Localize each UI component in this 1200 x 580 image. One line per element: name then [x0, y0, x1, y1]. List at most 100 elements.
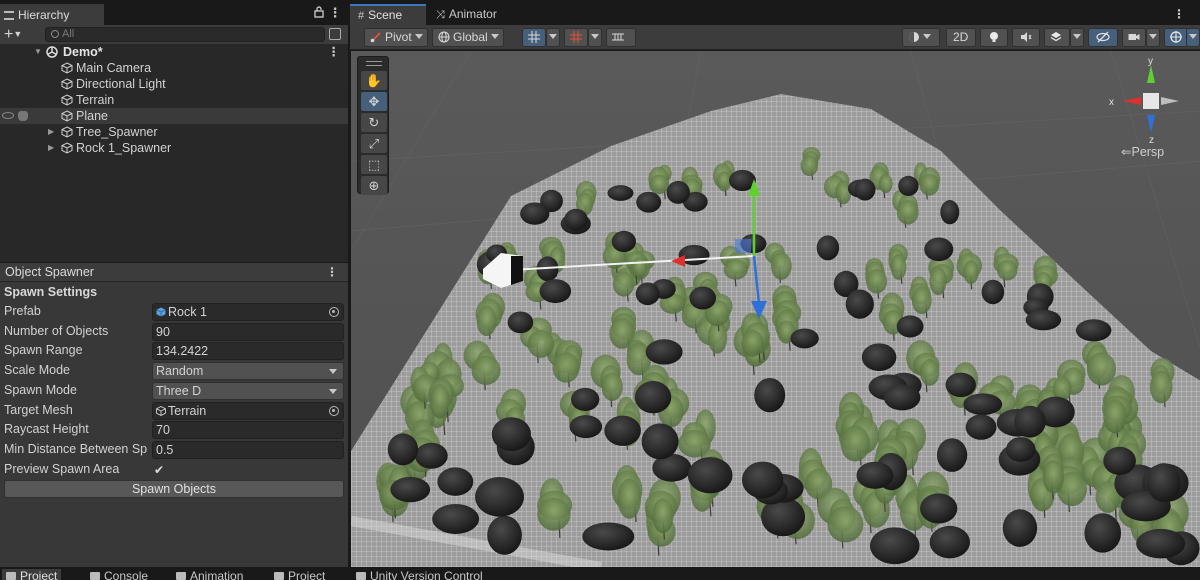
- tab-scene-label: Scene: [368, 8, 403, 22]
- effects-toggle[interactable]: [1044, 28, 1070, 47]
- rock: [569, 415, 603, 439]
- 2d-mode-toggle[interactable]: 2D: [946, 28, 976, 47]
- tab-console[interactable]: Console: [90, 569, 148, 580]
- hand-tool-icon[interactable]: ✋: [361, 71, 387, 90]
- scale-tool-icon[interactable]: ⤢: [361, 134, 387, 153]
- hierarchy-item[interactable]: ▶ Tree_Spawner: [0, 124, 348, 140]
- scene-more-options-icon[interactable]: ⋮: [1172, 7, 1186, 21]
- object-picker-icon[interactable]: [329, 307, 339, 317]
- more-options-icon[interactable]: ⋮: [328, 6, 342, 20]
- prefab-row: Prefab Rock 1: [0, 302, 348, 322]
- scene-visibility-toggle[interactable]: [1088, 28, 1118, 47]
- visibility-eye-icon[interactable]: [2, 112, 14, 119]
- target-mesh-label: Target Mesh: [4, 402, 73, 417]
- rock: [1136, 528, 1186, 559]
- tab-scene[interactable]: # Scene: [350, 4, 426, 25]
- object-picker-icon[interactable]: [329, 405, 339, 416]
- globe-icon: [438, 31, 450, 43]
- hierarchy-item[interactable]: Main Camera: [0, 60, 348, 76]
- rock: [816, 235, 840, 261]
- lighting-toggle[interactable]: [980, 28, 1008, 47]
- tab-hierarchy-label: Hierarchy: [18, 8, 70, 22]
- expand-arrow-icon[interactable]: ▶: [48, 124, 58, 140]
- min-distance-input[interactable]: 0.5: [152, 440, 344, 459]
- scale-mode-dropdown[interactable]: Random: [152, 362, 344, 381]
- effects-menu[interactable]: [1070, 28, 1084, 47]
- overlay-toolbar-button[interactable]: [606, 28, 636, 47]
- gameobject-cube-icon: [61, 110, 73, 122]
- prefab-field[interactable]: Rock 1: [152, 303, 344, 321]
- spawn-objects-button[interactable]: Spawn Objects: [4, 480, 344, 498]
- rock: [611, 230, 637, 253]
- scene-root-row[interactable]: ▼ Demo* ⋮: [0, 44, 348, 60]
- x-axis-cone[interactable]: [1123, 97, 1141, 105]
- pickable-hand-icon[interactable]: [18, 111, 28, 121]
- spawn-range-input[interactable]: 134.2422: [152, 342, 344, 361]
- rock: [945, 372, 976, 398]
- tab-project[interactable]: Project: [2, 569, 62, 580]
- hierarchy-item[interactable]: Directional Light: [0, 76, 348, 92]
- pivot-dropdown[interactable]: Pivot: [364, 28, 428, 47]
- hierarchy-item-selected[interactable]: Plane: [0, 108, 348, 124]
- rock: [564, 208, 588, 231]
- grid-snapping-toggle[interactable]: [522, 28, 546, 47]
- rotate-tool-icon[interactable]: ↻: [361, 113, 387, 132]
- rect-tool-icon[interactable]: ⬚: [361, 155, 387, 174]
- rock: [437, 467, 474, 496]
- increment-snap-toggle[interactable]: [564, 28, 588, 47]
- tab-animation-label: Animation: [190, 569, 244, 580]
- component-more-icon[interactable]: ⋮: [326, 263, 338, 282]
- folder-icon: [274, 572, 284, 580]
- tab-hierarchy[interactable]: Hierarchy: [0, 4, 104, 25]
- shading-mode-dropdown[interactable]: [902, 28, 940, 47]
- tab-unity-version-control-label: Unity Version Control: [370, 569, 483, 580]
- number-of-objects-input[interactable]: 90: [152, 322, 344, 341]
- tab-animation[interactable]: Animation: [176, 569, 243, 580]
- rock: [754, 377, 786, 413]
- hierarchy-item[interactable]: ▶ Rock 1_Spawner: [0, 140, 348, 156]
- scene-more-icon[interactable]: ⋮: [328, 44, 341, 60]
- hierarchy-item-label: Main Camera: [76, 61, 152, 75]
- search-placeholder: All: [62, 28, 75, 40]
- toolbar-grid-icon: [612, 33, 624, 41]
- expand-arrow-icon[interactable]: ▶: [48, 140, 58, 156]
- gizmo-center-cube[interactable]: [1143, 93, 1159, 109]
- spawn-mode-value: Three D: [156, 383, 202, 398]
- expand-arrow-icon[interactable]: ▼: [34, 44, 44, 60]
- z-axis-cone[interactable]: [1147, 115, 1155, 133]
- preview-spawn-area-checkbox[interactable]: ✔: [152, 463, 166, 477]
- transform-tool-icon[interactable]: ⊕: [361, 176, 387, 195]
- inspector-panel: Object Spawner ⋮ Spawn Settings Prefab R…: [0, 262, 348, 567]
- move-tool-icon[interactable]: ✥: [361, 92, 387, 111]
- camera-settings-menu[interactable]: [1146, 28, 1160, 47]
- hierarchy-item-label: Terrain: [76, 93, 115, 107]
- lock-icon[interactable]: [312, 6, 326, 20]
- grid-snapping-menu[interactable]: [546, 28, 560, 47]
- tab-project-2-label: Project: [288, 569, 326, 580]
- tab-project-2[interactable]: Project: [274, 569, 325, 580]
- hierarchy-item[interactable]: Terrain: [0, 92, 348, 108]
- target-mesh-field[interactable]: Terrain: [152, 401, 344, 420]
- bottom-tabbar: Project Console Animation Project Unity …: [0, 567, 1200, 580]
- add-object-button[interactable]: +▼: [4, 26, 32, 43]
- gizmos-menu[interactable]: [1186, 28, 1200, 47]
- gizmos-toggle[interactable]: [1164, 28, 1188, 47]
- tab-unity-version-control[interactable]: Unity Version Control: [356, 569, 483, 580]
- audio-toggle[interactable]: [1012, 28, 1040, 47]
- tab-animator[interactable]: ⤨ Animator: [430, 4, 520, 25]
- rock: [861, 343, 897, 372]
- raycast-height-input[interactable]: 70: [152, 421, 344, 440]
- increment-snap-menu[interactable]: [588, 28, 602, 47]
- tools-overlay: ✋ ✥ ↻ ⤢ ⬚ ⊕: [357, 56, 389, 195]
- camera-settings-button[interactable]: [1122, 28, 1146, 47]
- search-filter-icon[interactable]: [329, 28, 341, 40]
- spawn-mode-label: Spawn Mode: [4, 382, 77, 397]
- pivot-icon: [370, 32, 381, 43]
- rock: [1146, 463, 1181, 503]
- perspective-toggle[interactable]: ⇐Persp: [1121, 144, 1164, 159]
- drag-handle[interactable]: [366, 61, 382, 66]
- scene-viewport[interactable]: ✋ ✥ ↻ ⤢ ⬚ ⊕ y x z ⇐Persp: [350, 51, 1200, 567]
- spawn-mode-dropdown[interactable]: Three D: [152, 381, 344, 400]
- hierarchy-search-input[interactable]: All: [45, 27, 325, 42]
- global-dropdown[interactable]: Global: [432, 28, 504, 47]
